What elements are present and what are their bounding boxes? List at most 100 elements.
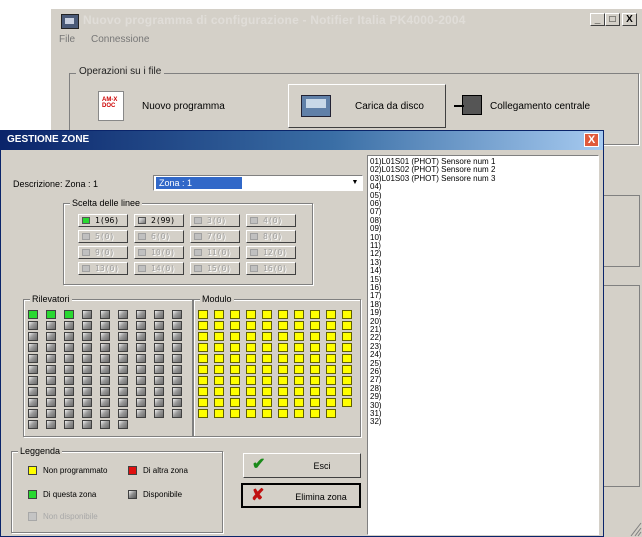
module-cell[interactable] [326, 398, 336, 407]
close-button[interactable]: X [622, 13, 637, 26]
detector-cell[interactable] [118, 310, 128, 319]
detector-cell[interactable] [46, 354, 56, 363]
detector-cell[interactable] [136, 343, 146, 352]
detector-cell[interactable] [172, 387, 182, 396]
detector-cell[interactable] [82, 365, 92, 374]
module-cell[interactable] [278, 321, 288, 330]
module-cell[interactable] [326, 332, 336, 341]
module-cell[interactable] [294, 398, 304, 407]
menu-file[interactable]: File [59, 34, 75, 45]
module-cell[interactable] [246, 398, 256, 407]
detector-cell[interactable] [46, 343, 56, 352]
detector-cell[interactable] [118, 387, 128, 396]
module-cell[interactable] [342, 354, 352, 363]
list-item[interactable]: 04) [370, 183, 382, 191]
detector-cell[interactable] [154, 376, 164, 385]
module-cell[interactable] [198, 376, 208, 385]
module-cell[interactable] [246, 321, 256, 330]
detector-cell[interactable] [136, 409, 146, 418]
module-cell[interactable] [278, 354, 288, 363]
module-cell[interactable] [214, 398, 224, 407]
detector-cell[interactable] [82, 310, 92, 319]
detector-cell[interactable] [46, 365, 56, 374]
module-cell[interactable] [214, 354, 224, 363]
detector-cell[interactable] [136, 365, 146, 374]
module-cell[interactable] [230, 332, 240, 341]
module-cell[interactable] [342, 332, 352, 341]
detector-cell[interactable] [64, 354, 74, 363]
module-cell[interactable] [278, 398, 288, 407]
list-item[interactable]: 14) [370, 267, 382, 275]
module-cell[interactable] [246, 354, 256, 363]
new-program-button[interactable]: AM-X DOC Nuovo programma [98, 84, 288, 128]
detector-cell[interactable] [118, 354, 128, 363]
detector-cell[interactable] [100, 321, 110, 330]
module-cell[interactable] [246, 376, 256, 385]
module-cell[interactable] [342, 321, 352, 330]
module-cell[interactable] [342, 343, 352, 352]
module-cell[interactable] [294, 343, 304, 352]
detector-cell[interactable] [28, 343, 38, 352]
list-item[interactable]: 09) [370, 225, 382, 233]
detector-cell[interactable] [64, 376, 74, 385]
detector-cell[interactable] [118, 343, 128, 352]
module-cell[interactable] [278, 332, 288, 341]
detector-cell[interactable] [100, 354, 110, 363]
detector-cell[interactable] [154, 310, 164, 319]
detector-cell[interactable] [154, 365, 164, 374]
module-cell[interactable] [278, 343, 288, 352]
module-cell[interactable] [262, 310, 272, 319]
detector-cell[interactable] [46, 420, 56, 429]
module-cell[interactable] [230, 310, 240, 319]
module-cell[interactable] [262, 321, 272, 330]
detector-cell[interactable] [82, 343, 92, 352]
detector-cell[interactable] [172, 321, 182, 330]
detector-cell[interactable] [28, 310, 38, 319]
module-cell[interactable] [278, 376, 288, 385]
module-cell[interactable] [262, 343, 272, 352]
detector-cell[interactable] [172, 398, 182, 407]
module-cell[interactable] [198, 343, 208, 352]
module-cell[interactable] [294, 321, 304, 330]
module-cell[interactable] [326, 343, 336, 352]
detector-cell[interactable] [28, 354, 38, 363]
detector-cell[interactable] [118, 409, 128, 418]
detector-cell[interactable] [118, 365, 128, 374]
detector-cell[interactable] [136, 321, 146, 330]
module-cell[interactable] [198, 332, 208, 341]
module-cell[interactable] [262, 332, 272, 341]
resize-grip-icon[interactable] [628, 517, 642, 537]
zone-select[interactable]: Zona : 1 ▼ [153, 175, 363, 191]
detector-cell[interactable] [64, 310, 74, 319]
module-cell[interactable] [294, 310, 304, 319]
module-cell[interactable] [310, 376, 320, 385]
module-cell[interactable] [278, 365, 288, 374]
detector-cell[interactable] [100, 376, 110, 385]
module-cell[interactable] [230, 321, 240, 330]
module-cell[interactable] [278, 387, 288, 396]
module-cell[interactable] [230, 365, 240, 374]
module-cell[interactable] [214, 310, 224, 319]
detector-cell[interactable] [136, 354, 146, 363]
detector-cell[interactable] [136, 387, 146, 396]
detector-cell[interactable] [82, 420, 92, 429]
module-cell[interactable] [262, 354, 272, 363]
module-cell[interactable] [342, 398, 352, 407]
detector-cell[interactable] [28, 376, 38, 385]
detector-cell[interactable] [46, 332, 56, 341]
detector-cell[interactable] [64, 398, 74, 407]
line-button-1[interactable]: 1(96) [78, 214, 128, 227]
detector-cell[interactable] [100, 398, 110, 407]
detector-cell[interactable] [82, 321, 92, 330]
detector-cell[interactable] [154, 332, 164, 341]
module-cell[interactable] [198, 321, 208, 330]
detector-cell[interactable] [64, 343, 74, 352]
list-item[interactable]: 24) [370, 351, 382, 359]
module-cell[interactable] [198, 409, 208, 418]
detector-cell[interactable] [136, 376, 146, 385]
module-cell[interactable] [326, 310, 336, 319]
module-cell[interactable] [310, 409, 320, 418]
menu-connessione[interactable]: Connessione [91, 34, 149, 45]
detector-cell[interactable] [100, 310, 110, 319]
module-cell[interactable] [294, 365, 304, 374]
